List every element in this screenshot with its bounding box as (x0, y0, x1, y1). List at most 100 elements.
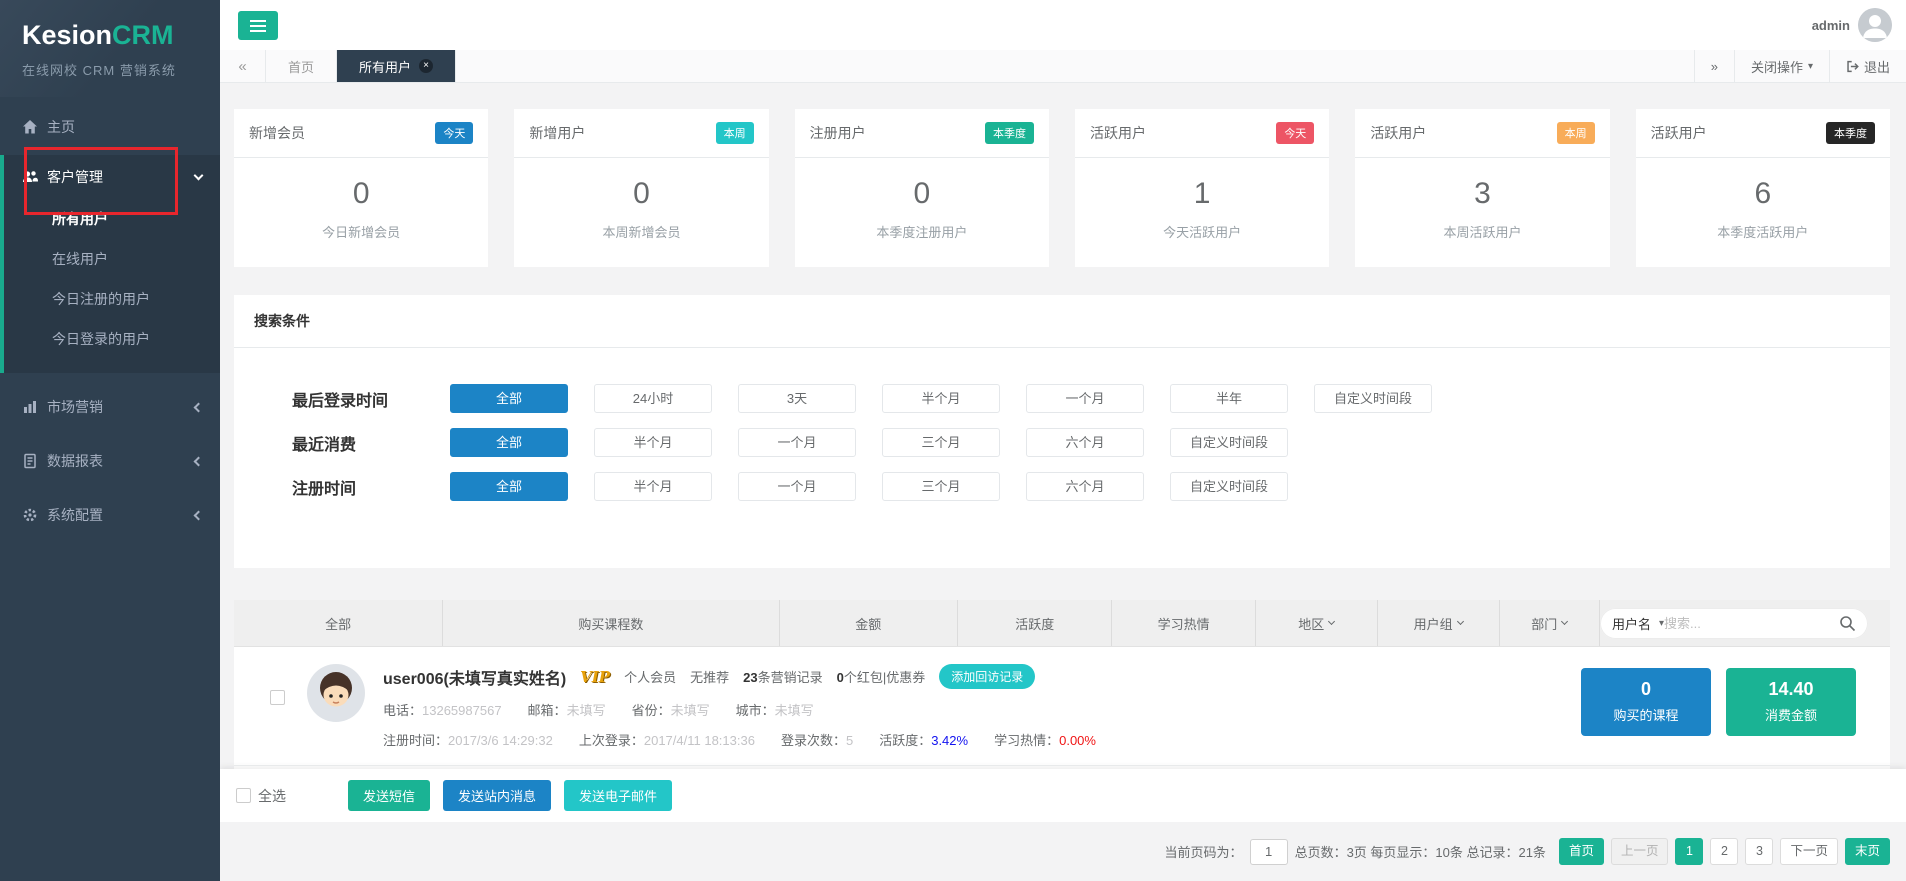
purchased-courses-button[interactable]: 0购买的课程 (1581, 668, 1711, 736)
report-icon (22, 453, 38, 469)
filter-option-button[interactable]: 3天 (738, 384, 856, 413)
filter-option-button[interactable]: 自定义时间段 (1170, 472, 1288, 501)
column-header-activity[interactable]: 活跃度 (958, 600, 1112, 646)
status-badge: 今天 (435, 122, 473, 144)
sidebar-item-marketing[interactable]: 市场营销 (0, 387, 220, 427)
sidebar-item-settings[interactable]: 系统配置 (0, 495, 220, 535)
first-page-button[interactable]: 首页 (1559, 838, 1604, 865)
search-icon[interactable] (1839, 615, 1856, 632)
filter-option-button[interactable]: 半个月 (594, 472, 712, 501)
filter-option-button[interactable]: 一个月 (1026, 384, 1144, 413)
marketing-records-link[interactable]: 23条营销记录 (743, 667, 822, 686)
brand-title: KesionCRM (22, 20, 220, 51)
filter-option-button[interactable]: 半个月 (882, 384, 1000, 413)
sidebar-item-today-logged-in[interactable]: 今日登录的用户 (4, 319, 220, 359)
stat-value: 3 (1355, 177, 1609, 211)
select-all-checkbox[interactable] (236, 788, 251, 803)
tab-bar: « 首页 所有用户 × » 关闭操作▾ 退出 (220, 50, 1906, 83)
filter-option-button[interactable]: 全部 (450, 472, 568, 501)
tab-all-users[interactable]: 所有用户 × (337, 50, 456, 82)
filter-body: 最后登录时间 全部 24小时 3天 半个月 一个月 半年 自定义时间段 最近消费… (234, 348, 1890, 568)
filter-option-button[interactable]: 自定义时间段 (1170, 428, 1288, 457)
user-name-link[interactable]: user006(未填写真实姓名) (383, 665, 566, 689)
filter-option-button[interactable]: 一个月 (738, 472, 856, 501)
chevron-left-icon (194, 456, 204, 466)
filter-option-button[interactable]: 24小时 (594, 384, 712, 413)
filter-option-button[interactable]: 六个月 (1026, 472, 1144, 501)
filter-row-last-login: 最后登录时间 全部 24小时 3天 半个月 一个月 半年 自定义时间段 (292, 384, 1890, 413)
page-button-3[interactable]: 3 (1745, 838, 1773, 865)
hamburger-menu-button[interactable] (238, 11, 278, 40)
send-site-message-button[interactable]: 发送站内消息 (443, 780, 551, 811)
filter-option-button[interactable]: 全部 (450, 428, 568, 457)
page-button-2[interactable]: 2 (1710, 838, 1738, 865)
user-cartoon-avatar (307, 664, 365, 722)
tabs-scroll-left-button[interactable]: « (220, 50, 266, 82)
sidebar-item-home[interactable]: 主页 (0, 107, 220, 147)
sidebar-item-all-users[interactable]: 所有用户 (4, 199, 220, 239)
add-visit-record-button[interactable]: 添加回访记录 (939, 664, 1035, 689)
sidebar-item-reports[interactable]: 数据报表 (0, 441, 220, 481)
column-header-passion[interactable]: 学习热情 (1112, 600, 1255, 646)
gears-icon (22, 507, 38, 523)
stats-cards: 新增会员今天 0今日新增会员 新增用户本周 0本周新增会员 注册用户本季度 0本… (234, 109, 1890, 267)
register-time-value: 2017/3/6 14:29:32 (448, 733, 553, 748)
chevron-left-icon (194, 402, 204, 412)
page-number-input[interactable] (1250, 839, 1288, 865)
prev-page-button[interactable]: 上一页 (1611, 838, 1669, 865)
last-page-button[interactable]: 末页 (1845, 838, 1890, 865)
user-info: user006(未填写真实姓名) VIP 个人会员 无推荐 23条营销记录 0个… (383, 664, 1096, 749)
stat-card-active-quarter: 活跃用户本季度 6本季度活跃用户 (1636, 109, 1890, 267)
row-checkbox[interactable] (270, 690, 285, 705)
tab-close-icon[interactable]: × (419, 59, 433, 73)
filter-option-button[interactable]: 全部 (450, 384, 568, 413)
close-operations-dropdown[interactable]: 关闭操作▾ (1734, 50, 1829, 82)
tabs-scroll-right-button[interactable]: » (1694, 50, 1734, 82)
spend-amount-button[interactable]: 14.40消费金额 (1726, 668, 1856, 736)
tab-home[interactable]: 首页 (266, 50, 337, 82)
search-input[interactable] (1664, 616, 1839, 631)
column-header-all[interactable]: 全部 (234, 600, 443, 646)
topbar-user[interactable]: admin (1812, 0, 1892, 50)
panel-title: 搜索条件 (234, 295, 1890, 348)
filter-option-button[interactable]: 半个月 (594, 428, 712, 457)
stat-card-active-today: 活跃用户今天 1今天活跃用户 (1075, 109, 1329, 267)
last-login-value: 2017/4/11 18:13:36 (644, 733, 755, 748)
chevron-left-icon (194, 510, 204, 520)
filter-option-button[interactable]: 三个月 (882, 472, 1000, 501)
column-header-region[interactable]: 地区 (1256, 600, 1378, 646)
column-header-department[interactable]: 部门 (1500, 600, 1600, 646)
province-value: 未填写 (671, 703, 710, 718)
filter-option-button[interactable]: 自定义时间段 (1314, 384, 1432, 413)
page-button-1[interactable]: 1 (1675, 838, 1703, 865)
vip-badge: VIP (580, 668, 610, 686)
search-field-selector[interactable]: 用户名 (1612, 614, 1651, 633)
sidebar-item-today-registered[interactable]: 今日注册的用户 (4, 279, 220, 319)
coupons-link[interactable]: 0个红包|优惠券 (837, 667, 926, 686)
stat-value: 6 (1636, 177, 1890, 211)
filter-option-button[interactable]: 一个月 (738, 428, 856, 457)
column-header-amount[interactable]: 金额 (780, 600, 958, 646)
sidebar-item-customer-mgmt[interactable]: 客户管理 (4, 155, 220, 199)
filter-option-button[interactable]: 六个月 (1026, 428, 1144, 457)
send-email-button[interactable]: 发送电子邮件 (564, 780, 672, 811)
filter-option-button[interactable]: 三个月 (882, 428, 1000, 457)
app-logo: KesionCRM 在线网校 CRM 营销系统 (0, 0, 220, 97)
bulk-action-bar: 全选 发送短信 发送站内消息 发送电子邮件 (220, 769, 1906, 822)
user-avatar[interactable] (1858, 8, 1892, 42)
filter-option-button[interactable]: 半年 (1170, 384, 1288, 413)
sidebar: KesionCRM 在线网校 CRM 营销系统 主页 客户管理 所有用户 在线用… (0, 0, 220, 881)
chevron-down-icon (194, 171, 204, 181)
column-header-courses[interactable]: 购买课程数 (443, 600, 779, 646)
column-header-usergroup[interactable]: 用户组 (1378, 600, 1500, 646)
stat-card-new-users-week: 新增用户本周 0本周新增会员 (514, 109, 768, 267)
logout-button[interactable]: 退出 (1829, 50, 1906, 82)
table-search-box[interactable]: 用户名 ▾ (1600, 608, 1868, 639)
brand-accent: CRM (112, 20, 174, 50)
send-sms-button[interactable]: 发送短信 (348, 780, 430, 811)
filter-row-recent-spend: 最近消费 全部 半个月 一个月 三个月 六个月 自定义时间段 (292, 428, 1890, 457)
stat-card-active-week: 活跃用户本周 3本周活跃用户 (1355, 109, 1609, 267)
search-conditions-panel: 搜索条件 最后登录时间 全部 24小时 3天 半个月 一个月 半年 自定义时间段… (234, 295, 1890, 568)
sidebar-item-online-users[interactable]: 在线用户 (4, 239, 220, 279)
next-page-button[interactable]: 下一页 (1780, 838, 1838, 865)
